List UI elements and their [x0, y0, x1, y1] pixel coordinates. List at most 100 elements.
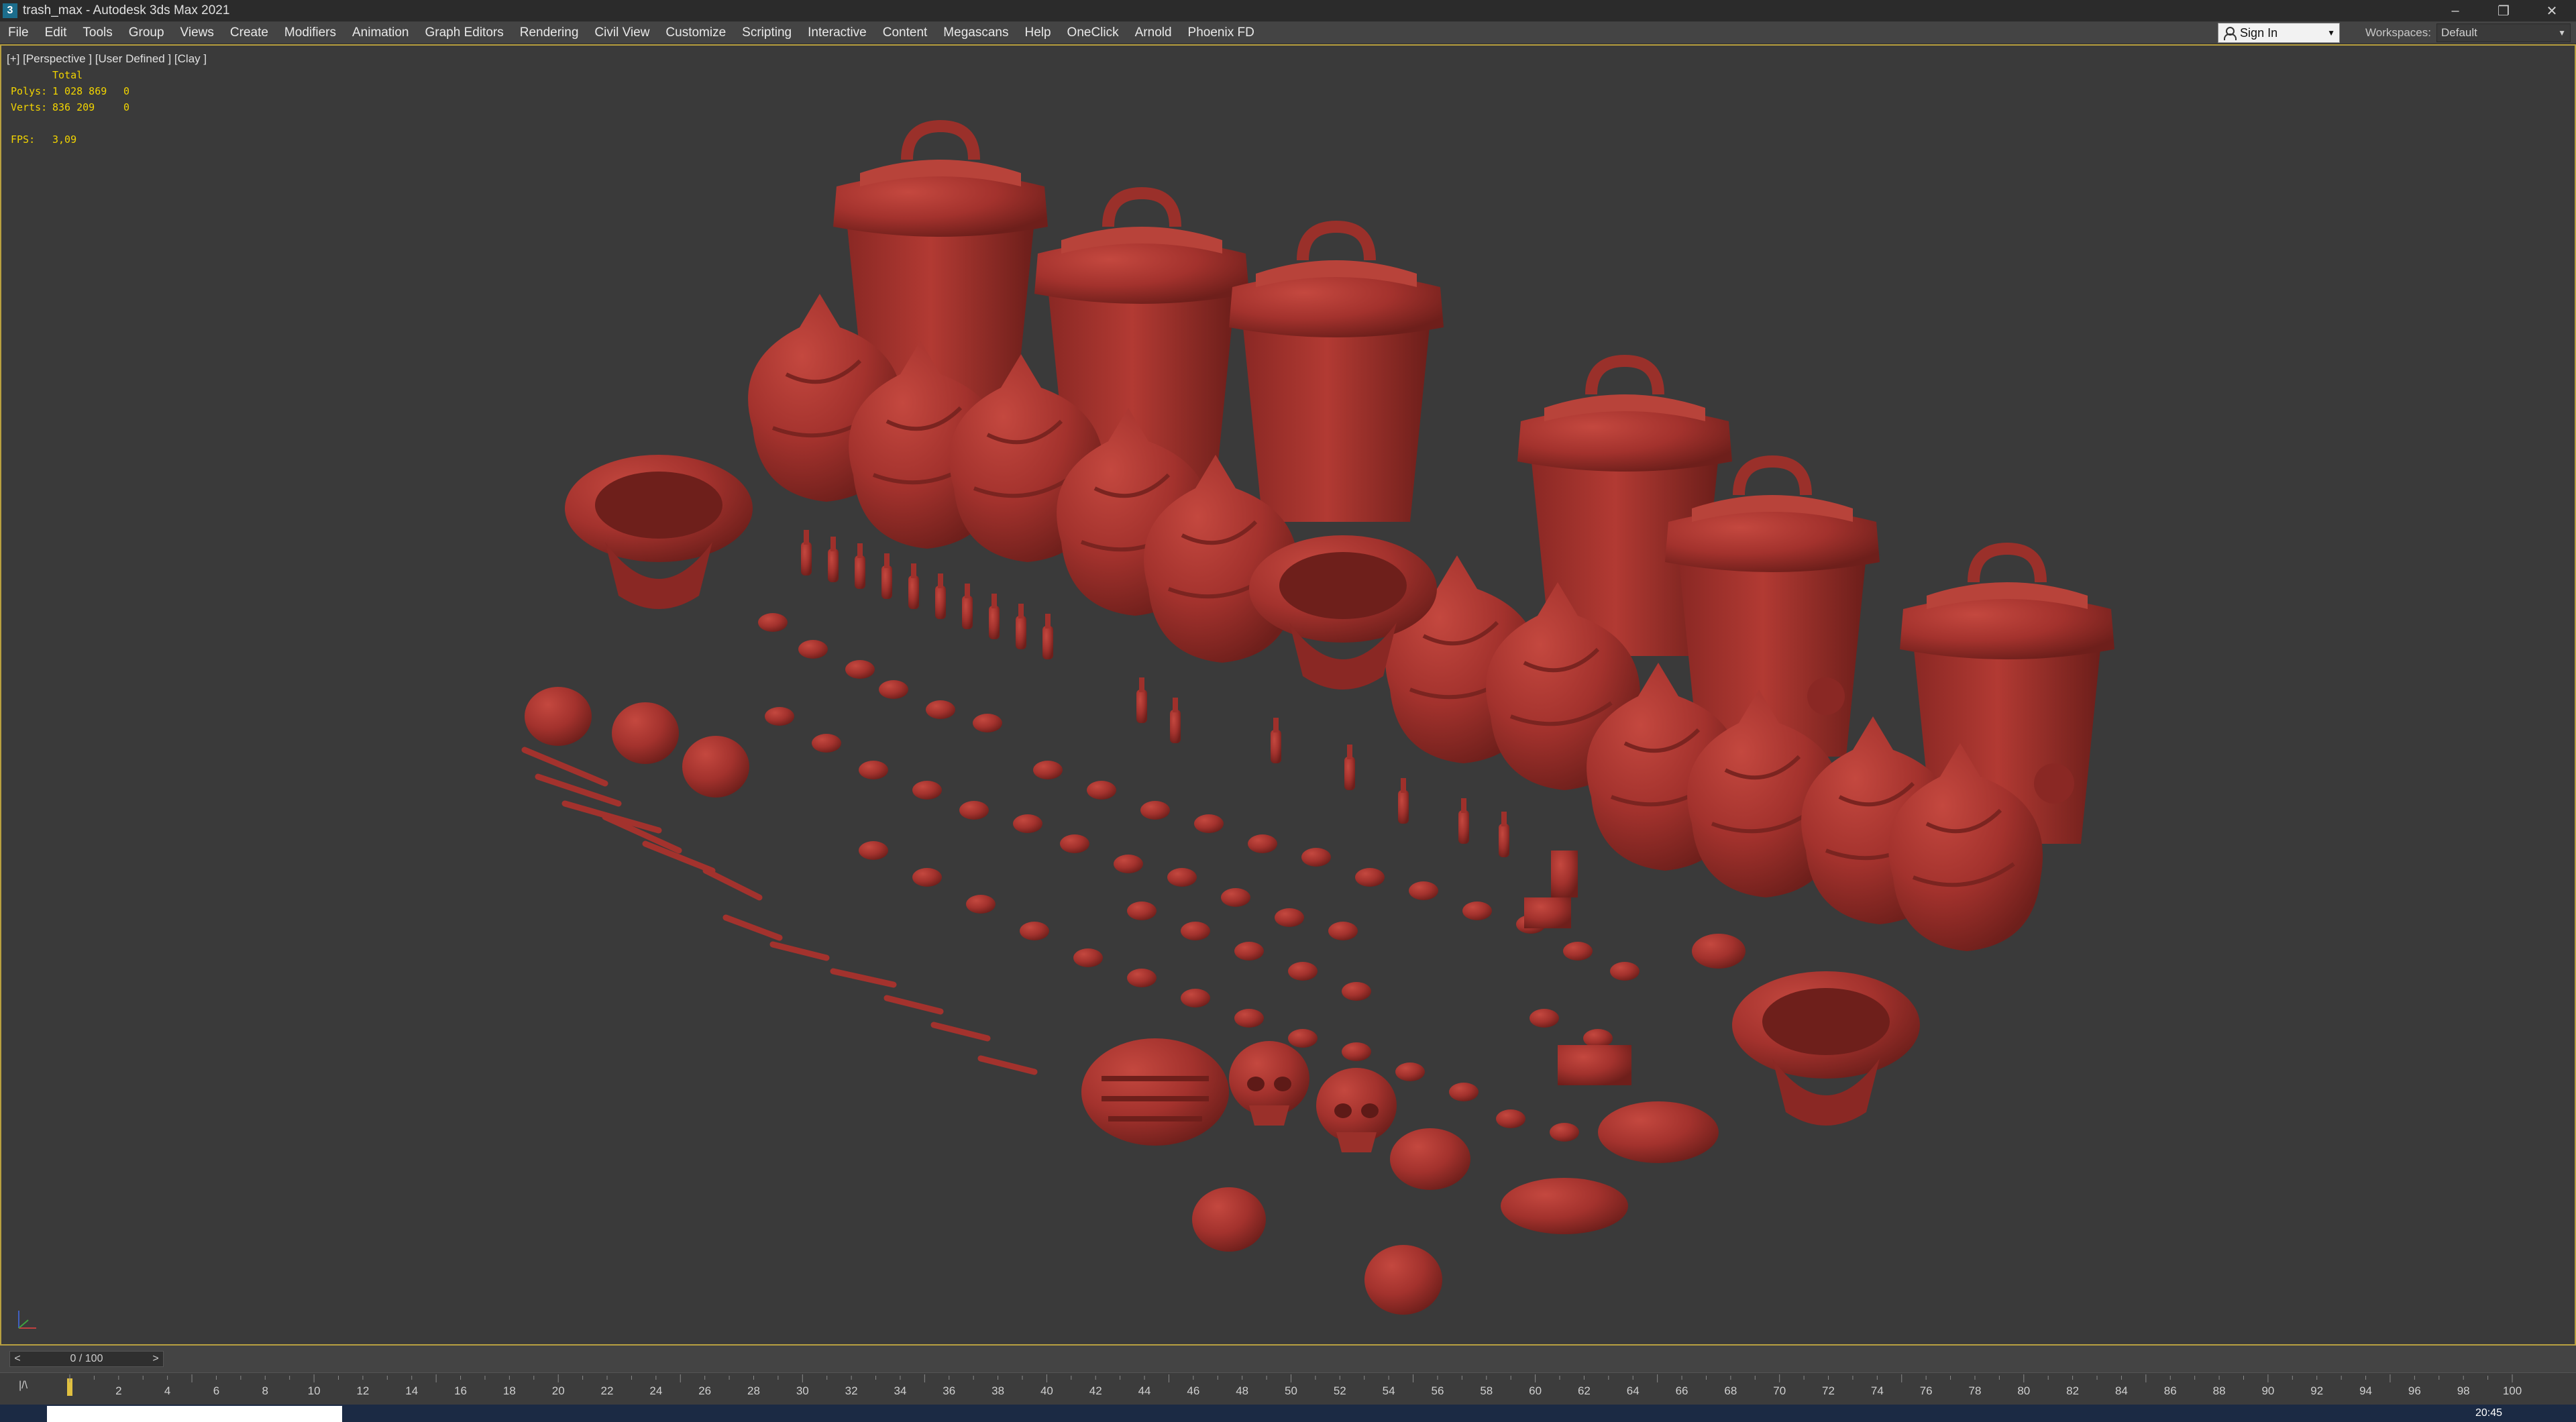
menu-graph-editors[interactable]: Graph Editors	[417, 21, 512, 44]
viewport-statistics: Total Polys: 1 028 869 0 Verts: 836 209 …	[11, 67, 129, 148]
verts-label: Verts:	[11, 101, 48, 113]
track-tick-label: 12	[356, 1384, 369, 1397]
taskbar-search-box[interactable]	[47, 1406, 342, 1422]
track-tick-label: 86	[2164, 1384, 2177, 1397]
menu-interactive[interactable]: Interactive	[800, 21, 875, 44]
prev-frame-button[interactable]: <	[10, 1353, 25, 1365]
track-tick-label: 56	[1431, 1384, 1444, 1397]
track-tick-label: 42	[1089, 1384, 1102, 1397]
time-slider[interactable]: < 0 / 100 >	[9, 1351, 164, 1367]
polys-value: 1 028 869	[52, 85, 107, 97]
workspaces-dropdown[interactable]: Default ▼	[2436, 23, 2571, 42]
sign-in-label: Sign In	[2240, 25, 2278, 40]
menu-modifiers[interactable]: Modifiers	[276, 21, 344, 44]
menu-oneclick[interactable]: OneClick	[1059, 21, 1127, 44]
window-controls: – ❐ ✕	[2431, 0, 2576, 21]
sign-in-button[interactable]: Sign In ▼	[2218, 23, 2341, 43]
next-frame-button[interactable]: >	[148, 1353, 163, 1365]
track-tick-label: 60	[1529, 1384, 1542, 1397]
menu-tools[interactable]: Tools	[74, 21, 120, 44]
menu-rendering[interactable]: Rendering	[512, 21, 587, 44]
menu-customize[interactable]: Customize	[657, 21, 734, 44]
track-tick-label: 48	[1236, 1384, 1248, 1397]
menu-create[interactable]: Create	[222, 21, 276, 44]
track-tick-label: 94	[2359, 1384, 2372, 1397]
menu-help[interactable]: Help	[1016, 21, 1059, 44]
track-tick-label: 90	[2261, 1384, 2274, 1397]
menu-scripting[interactable]: Scripting	[734, 21, 800, 44]
track-tick-label: 2	[115, 1384, 121, 1397]
title-bar: 3 trash_max - Autodesk 3ds Max 2021 – ❐ …	[0, 0, 2576, 21]
track-tick-label: 16	[454, 1384, 467, 1397]
track-tick-label: 68	[1724, 1384, 1737, 1397]
restore-button[interactable]: ❐	[2479, 0, 2528, 21]
chevron-down-icon: ▼	[2327, 28, 2336, 38]
track-tick-label: 62	[1578, 1384, 1591, 1397]
track-tick-label: 66	[1676, 1384, 1688, 1397]
track-tick-label: 58	[1480, 1384, 1493, 1397]
menu-animation[interactable]: Animation	[344, 21, 417, 44]
track-tick-label: 34	[894, 1384, 906, 1397]
menu-arnold[interactable]: Arnold	[1127, 21, 1180, 44]
track-tick-label: 8	[262, 1384, 268, 1397]
track-tick-label: 44	[1138, 1384, 1151, 1397]
menu-civil-view[interactable]: Civil View	[586, 21, 657, 44]
track-tick-label: 82	[2066, 1384, 2079, 1397]
windows-taskbar: 20:45	[0, 1405, 2576, 1422]
stats-total-header: Total	[52, 69, 83, 81]
track-tick-label: 52	[1334, 1384, 1346, 1397]
track-tick-label: 30	[796, 1384, 809, 1397]
menu-edit[interactable]: Edit	[37, 21, 75, 44]
chevron-down-icon: ▼	[2558, 28, 2566, 38]
track-tick-label: 50	[1285, 1384, 1297, 1397]
scene-render	[521, 46, 2575, 1315]
track-tick-label: 6	[213, 1384, 219, 1397]
track-tick-label: 32	[845, 1384, 858, 1397]
minimize-button[interactable]: –	[2431, 0, 2479, 21]
track-tick-label: 72	[1822, 1384, 1835, 1397]
menu-file[interactable]: File	[0, 21, 37, 44]
axis-tripod-icon	[18, 1311, 36, 1329]
viewport-label[interactable]: [+] [Perspective ] [User Defined ] [Clay…	[7, 52, 207, 66]
track-tick-label: 76	[1920, 1384, 1933, 1397]
track-tick-label: 24	[649, 1384, 662, 1397]
track-tick-label: 74	[1871, 1384, 1884, 1397]
3dsmax-app-icon[interactable]: 3	[3, 3, 17, 18]
workspaces-label: Workspaces:	[2365, 26, 2431, 39]
track-tick-label: 92	[2310, 1384, 2323, 1397]
perspective-viewport[interactable]: [+] [Perspective ] [User Defined ] [Clay…	[0, 44, 2576, 1346]
track-tick-label: 96	[2408, 1384, 2421, 1397]
track-tick-label: 78	[1969, 1384, 1982, 1397]
verts-value: 836 209	[52, 101, 95, 113]
close-button[interactable]: ✕	[2528, 0, 2576, 21]
track-tick-label: 100	[2503, 1384, 2522, 1397]
workspace-value: Default	[2441, 26, 2477, 39]
track-tick-label: 38	[991, 1384, 1004, 1397]
fps-label: FPS:	[11, 133, 36, 146]
time-slider-bar: < 0 / 100 >	[0, 1346, 2576, 1372]
track-tick-label: 36	[943, 1384, 955, 1397]
track-tick-label: 14	[405, 1384, 418, 1397]
track-tick-label: 40	[1040, 1384, 1053, 1397]
taskbar-clock: 20:45	[2475, 1407, 2502, 1419]
verts-selected: 0	[123, 101, 130, 113]
menu-views[interactable]: Views	[172, 21, 222, 44]
track-ticks: 2 4 6 8 10 12 14 16 18 20 22 24 26 28 30 32 34 36 38 40 42 44…	[67, 1374, 2522, 1397]
track-tick-label: 80	[2017, 1384, 2030, 1397]
track-tick-label: 10	[308, 1384, 321, 1397]
menu-megascans[interactable]: Megascans	[935, 21, 1016, 44]
track-tick-label: 64	[1627, 1384, 1640, 1397]
track-tick-label: 54	[1383, 1384, 1395, 1397]
track-tick-label: 98	[2457, 1384, 2470, 1397]
menu-group[interactable]: Group	[121, 21, 172, 44]
fps-value: 3,09	[52, 133, 77, 146]
user-icon	[2222, 26, 2237, 40]
track-tick-label: 22	[601, 1384, 614, 1397]
menu-phoenix-fd[interactable]: Phoenix FD	[1180, 21, 1263, 44]
window-title: trash_max - Autodesk 3ds Max 2021	[23, 3, 230, 17]
track-tick-label: 28	[747, 1384, 760, 1397]
polys-selected: 0	[123, 85, 130, 97]
menu-content[interactable]: Content	[875, 21, 936, 44]
track-tick-label: 4	[164, 1384, 170, 1397]
track-bar[interactable]: |/\ 2 4 6 8 10 12 14 16 18 20 22 24 26 28 30 32 34 36 38 40…	[0, 1372, 2576, 1405]
